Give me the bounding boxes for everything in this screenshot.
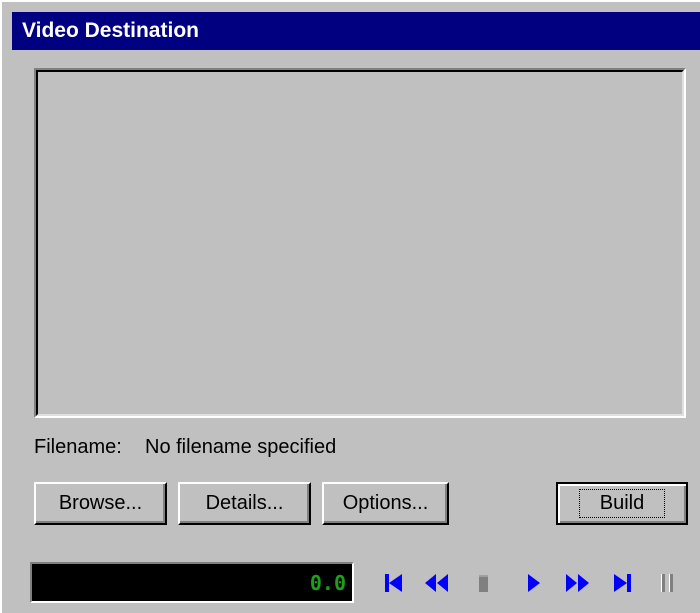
skip-to-start-icon[interactable] bbox=[382, 570, 406, 596]
options-button[interactable]: Options... bbox=[322, 482, 449, 525]
pause-icon bbox=[656, 570, 680, 596]
rewind-icon[interactable] bbox=[422, 570, 448, 596]
stop-icon bbox=[474, 570, 498, 596]
play-icon[interactable] bbox=[522, 570, 546, 596]
build-button[interactable]: Build bbox=[556, 482, 688, 525]
filename-label: Filename: bbox=[34, 436, 122, 458]
window-title: Video Destination bbox=[22, 19, 199, 42]
video-destination-window: Video Destination Filename: No filename … bbox=[0, 0, 700, 613]
video-preview-area bbox=[34, 68, 686, 418]
build-button-label: Build bbox=[578, 489, 666, 518]
details-button[interactable]: Details... bbox=[178, 482, 311, 525]
skip-to-end-icon[interactable] bbox=[610, 570, 634, 596]
title-bar: Video Destination bbox=[12, 12, 700, 50]
filename-value: No filename specified bbox=[145, 436, 337, 458]
video-preview-inner bbox=[36, 70, 684, 416]
time-counter: 0.0 bbox=[30, 562, 354, 603]
browse-button[interactable]: Browse... bbox=[34, 482, 167, 525]
time-counter-value: 0.0 bbox=[309, 570, 346, 595]
fast-forward-icon[interactable] bbox=[562, 570, 589, 596]
